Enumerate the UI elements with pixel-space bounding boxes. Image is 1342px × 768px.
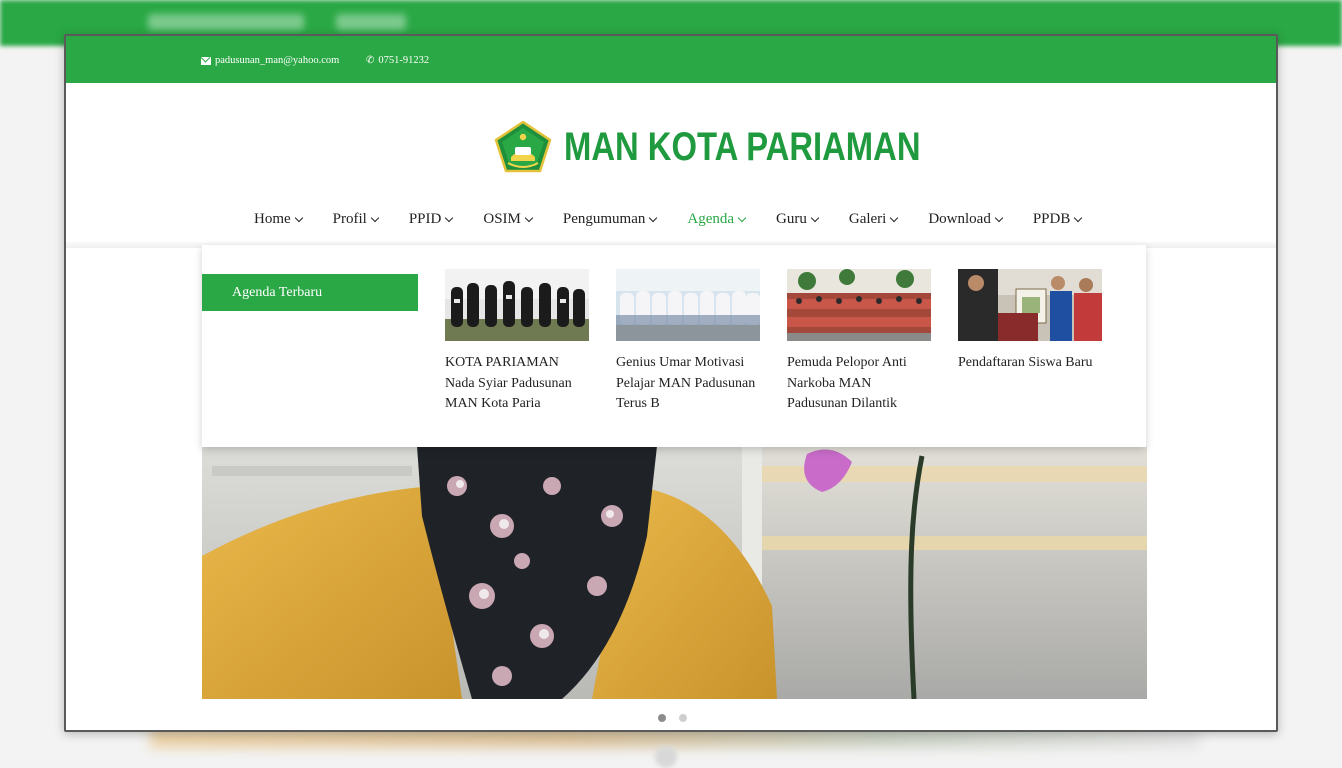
chevron-down-icon (445, 213, 454, 222)
site-logo[interactable]: MAN KOTA PARIAMAN (494, 121, 999, 173)
post-title[interactable]: Pendaftaran Siswa Baru (958, 353, 1102, 374)
nav-item-ppid[interactable]: PPID (408, 211, 454, 228)
nav-label: Galeri (848, 211, 887, 227)
post-thumbnail[interactable] (958, 269, 1102, 341)
nav-item-guru[interactable]: Guru (776, 211, 820, 228)
slider-dot[interactable] (679, 714, 687, 722)
dropdown-category-list: Agenda Terbaru (202, 245, 420, 447)
post-title[interactable]: Pemuda Pelopor Anti Narkoba MAN Padusuna… (787, 353, 931, 415)
nav-item-agenda[interactable]: Agenda (687, 211, 747, 228)
hero-slide-image[interactable] (202, 446, 1147, 699)
nav-item-home[interactable]: Home (254, 211, 303, 228)
chevron-down-icon (294, 213, 303, 222)
nav-label: Profil (332, 211, 367, 227)
dropdown-category-agenda-terbaru[interactable]: Agenda Terbaru (202, 274, 418, 311)
top-contact-bar: padusunan_man@yahoo.com ✆ 0751-91232 (66, 36, 1276, 83)
contact-email-text: padusunan_man@yahoo.com (215, 55, 340, 66)
post-card[interactable]: Genius Umar Motivasi Pelajar MAN Padusun… (616, 269, 760, 415)
background-dot-blur (655, 746, 677, 768)
chevron-down-icon (890, 213, 899, 222)
nav-item-ppdb[interactable]: PPDB (1032, 211, 1083, 228)
nav-label: PPID (408, 211, 442, 227)
dropdown-post-list: KOTA PARIAMAN Nada Syiar Padusunan MAN K… (445, 269, 1102, 415)
chevron-down-icon (524, 213, 534, 222)
nav-label: Download (928, 211, 991, 227)
contact-phone[interactable]: ✆ 0751-91232 (366, 55, 429, 66)
chevron-down-icon (810, 213, 820, 222)
nav-label: OSIM (483, 211, 521, 227)
phone-icon: ✆ (366, 54, 375, 66)
contact-email[interactable]: padusunan_man@yahoo.com (201, 55, 339, 66)
hero-photo (202, 446, 1147, 699)
nav-label: Guru (776, 211, 807, 227)
post-card[interactable]: Pemuda Pelopor Anti Narkoba MAN Padusuna… (787, 269, 931, 415)
chevron-down-icon (649, 213, 658, 222)
post-title[interactable]: Genius Umar Motivasi Pelajar MAN Padusun… (616, 353, 760, 415)
post-thumbnail[interactable] (445, 269, 589, 341)
nav-item-pengumuman[interactable]: Pengumuman (562, 211, 658, 228)
background-ghost-block (336, 14, 406, 30)
chevron-down-icon (1074, 213, 1083, 222)
agenda-mega-dropdown: Agenda Terbaru KOTA PARIAMAN Nada Syiar (202, 245, 1146, 447)
nav-label: PPDB (1032, 211, 1071, 227)
envelope-icon (201, 56, 211, 65)
nav-label: Agenda (687, 211, 735, 227)
chevron-down-icon (737, 213, 747, 222)
post-card[interactable]: KOTA PARIAMAN Nada Syiar Padusunan MAN K… (445, 269, 589, 415)
nav-item-osim[interactable]: OSIM (483, 211, 534, 228)
chevron-down-icon (370, 213, 380, 222)
chevron-down-icon (994, 213, 1004, 222)
slider-pagination (658, 714, 687, 722)
contact-phone-text: 0751-91232 (378, 55, 430, 66)
main-nav: Home Profil PPID OSIM Pengumuman Agenda … (254, 211, 1112, 228)
nav-label: Home (254, 211, 291, 227)
nav-item-profil[interactable]: Profil (332, 211, 380, 228)
slider-dot-active[interactable] (658, 714, 666, 722)
post-card[interactable]: Pendaftaran Siswa Baru (958, 269, 1102, 415)
kemenag-emblem-icon (494, 121, 552, 173)
nav-item-galeri[interactable]: Galeri (848, 211, 899, 228)
nav-item-download[interactable]: Download (928, 211, 1004, 228)
browser-window: padusunan_man@yahoo.com ✆ 0751-91232 MAN… (64, 34, 1278, 732)
post-thumbnail[interactable] (787, 269, 931, 341)
background-ghost-block (148, 14, 304, 30)
post-thumbnail[interactable] (616, 269, 760, 341)
site-title: MAN KOTA PARIAMAN (564, 124, 921, 169)
nav-label: Pengumuman (562, 211, 646, 227)
post-title[interactable]: KOTA PARIAMAN Nada Syiar Padusunan MAN K… (445, 353, 589, 415)
